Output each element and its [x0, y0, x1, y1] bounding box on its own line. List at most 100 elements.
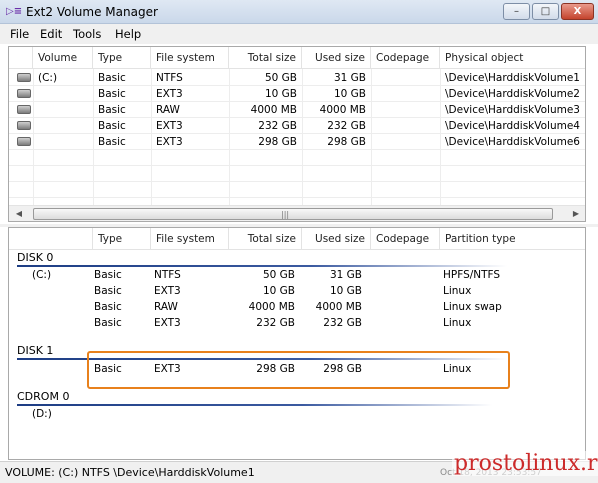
partition-fs: NTFS — [154, 269, 181, 281]
partition-volume: (D:) — [32, 408, 52, 420]
scroll-left-icon[interactable]: ◀ — [12, 208, 26, 220]
partition-ptype: Linux — [443, 285, 472, 297]
volume-name — [33, 102, 43, 118]
volume-row[interactable]: Basic RAW 4000 MB 4000 MB \Device\Harddi… — [9, 102, 585, 118]
header-used-size[interactable]: Used size — [302, 47, 371, 69]
volume-fs: NTFS — [156, 72, 183, 84]
partition-used: 298 GB — [323, 363, 362, 375]
disk-view-header: Type File system Total size Used size Co… — [9, 228, 585, 250]
partition-used: 31 GB — [329, 269, 362, 281]
header-file-system[interactable]: File system — [151, 47, 229, 69]
partition-row[interactable]: Basic EXT3 10 GB 10 GB Linux — [9, 283, 585, 299]
watermark: prostolinux.ru — [452, 451, 598, 476]
volume-row[interactable]: Basic EXT3 10 GB 10 GB \Device\HarddiskV… — [9, 86, 585, 102]
volume-codepage — [371, 102, 381, 118]
header-codepage[interactable]: Codepage — [371, 47, 440, 69]
hard-disk-icon — [17, 73, 31, 82]
volume-type: Basic — [98, 120, 126, 132]
disk-label: CDROM 0 — [17, 390, 70, 403]
volume-type: Basic — [98, 104, 126, 116]
volume-row[interactable]: Basic EXT3 298 GB 298 GB \Device\Harddis… — [9, 134, 585, 150]
volume-list[interactable]: Volume Type File system Total size Used … — [8, 46, 586, 222]
volume-object: \Device\HarddiskVolume2 — [445, 88, 580, 100]
header-partition-type[interactable]: Partition type — [440, 228, 585, 250]
partition-row[interactable]: Basic EXT3 232 GB 232 GB Linux — [9, 315, 585, 331]
hard-disk-icon — [17, 105, 31, 114]
header-total-size[interactable]: Total size — [229, 228, 302, 250]
partition-total: 298 GB — [256, 363, 295, 375]
partition-volume: (C:) — [32, 269, 52, 281]
volume-type: Basic — [98, 72, 126, 84]
partition-total: 232 GB — [256, 317, 295, 329]
scroll-right-icon[interactable]: ▶ — [569, 208, 583, 220]
partition-fs: EXT3 — [154, 285, 181, 297]
volume-fs: EXT3 — [156, 120, 183, 132]
partition-ptype: Linux — [443, 317, 472, 329]
scroll-grip: ||| — [281, 210, 290, 219]
partition-row[interactable]: Basic EXT3 298 GB 298 GB Linux — [9, 361, 585, 377]
partition-used: 10 GB — [329, 285, 362, 297]
menu-file[interactable]: File — [10, 27, 29, 41]
volume-used: 10 GB — [333, 88, 366, 100]
partition-type: Basic — [94, 285, 122, 297]
header-codepage[interactable]: Codepage — [371, 228, 440, 250]
hard-disk-icon — [17, 89, 31, 98]
volume-name — [33, 134, 43, 150]
horizontal-scrollbar[interactable]: ◀ ||| ▶ — [9, 205, 585, 221]
hard-disk-icon — [17, 121, 31, 130]
volume-list-header: Volume Type File system Total size Used … — [9, 47, 585, 69]
header-blank[interactable] — [9, 228, 93, 250]
partition-fs: EXT3 — [154, 317, 181, 329]
minimize-button[interactable]: – — [503, 3, 530, 20]
menu-help[interactable]: Help — [115, 27, 141, 41]
volume-fs: EXT3 — [156, 88, 183, 100]
header-file-system[interactable]: File system — [151, 228, 229, 250]
volume-fs: EXT3 — [156, 136, 183, 148]
header-total-size[interactable]: Total size — [229, 47, 302, 69]
menu-bar: File Edit Tools Help — [0, 24, 598, 44]
header-type[interactable]: Type — [93, 228, 151, 250]
partition-row[interactable]: (D:) — [9, 406, 585, 422]
volume-name — [33, 118, 43, 134]
menu-edit[interactable]: Edit — [40, 27, 62, 41]
volume-used: 4000 MB — [319, 104, 366, 116]
menu-tools[interactable]: Tools — [73, 27, 101, 41]
volume-object: \Device\HarddiskVolume6 — [445, 136, 580, 148]
header-icon-column[interactable] — [9, 47, 33, 69]
partition-type: Basic — [94, 269, 122, 281]
header-volume[interactable]: Volume — [33, 47, 93, 69]
partition-row[interactable]: Basic RAW 4000 MB 4000 MB Linux swap — [9, 299, 585, 315]
volume-type: Basic — [98, 136, 126, 148]
header-physical-object[interactable]: Physical object — [440, 47, 585, 69]
close-button[interactable]: X — [561, 3, 594, 20]
partition-total: 4000 MB — [248, 301, 295, 313]
window-title: Ext2 Volume Manager — [26, 5, 158, 19]
volume-total: 10 GB — [264, 88, 297, 100]
partition-row[interactable]: (C:) Basic NTFS 50 GB 31 GB HPFS/NTFS — [9, 267, 585, 283]
volume-row[interactable]: (C:) Basic NTFS 50 GB 31 GB \Device\Hard… — [9, 70, 585, 86]
volume-codepage — [371, 118, 381, 134]
disk-view[interactable]: Type File system Total size Used size Co… — [8, 227, 586, 460]
volume-total: 50 GB — [264, 72, 297, 84]
status-text: VOLUME: (C:) NTFS \Device\HarddiskVolume… — [5, 466, 255, 479]
hard-disk-icon — [17, 137, 31, 146]
volume-codepage — [371, 134, 381, 150]
ext2-app-icon: ▷≡ — [6, 6, 23, 17]
volume-name — [33, 86, 43, 102]
volume-object: \Device\HarddiskVolume4 — [445, 120, 580, 132]
disk-label: DISK 1 — [17, 344, 54, 357]
volume-used: 298 GB — [327, 136, 366, 148]
partition-ptype: HPFS/NTFS — [443, 269, 501, 281]
volume-total: 232 GB — [258, 120, 297, 132]
partition-ptype: Linux — [443, 363, 472, 375]
scroll-thumb[interactable]: ||| — [33, 208, 553, 220]
volume-fs: RAW — [156, 104, 180, 116]
maximize-button[interactable]: □ — [532, 3, 559, 20]
volume-used: 232 GB — [327, 120, 366, 132]
header-used-size[interactable]: Used size — [302, 228, 371, 250]
header-type[interactable]: Type — [93, 47, 151, 69]
partition-type: Basic — [94, 363, 122, 375]
volume-row[interactable]: Basic EXT3 232 GB 232 GB \Device\Harddis… — [9, 118, 585, 134]
partition-type: Basic — [94, 301, 122, 313]
volume-object: \Device\HarddiskVolume1 — [445, 72, 580, 84]
